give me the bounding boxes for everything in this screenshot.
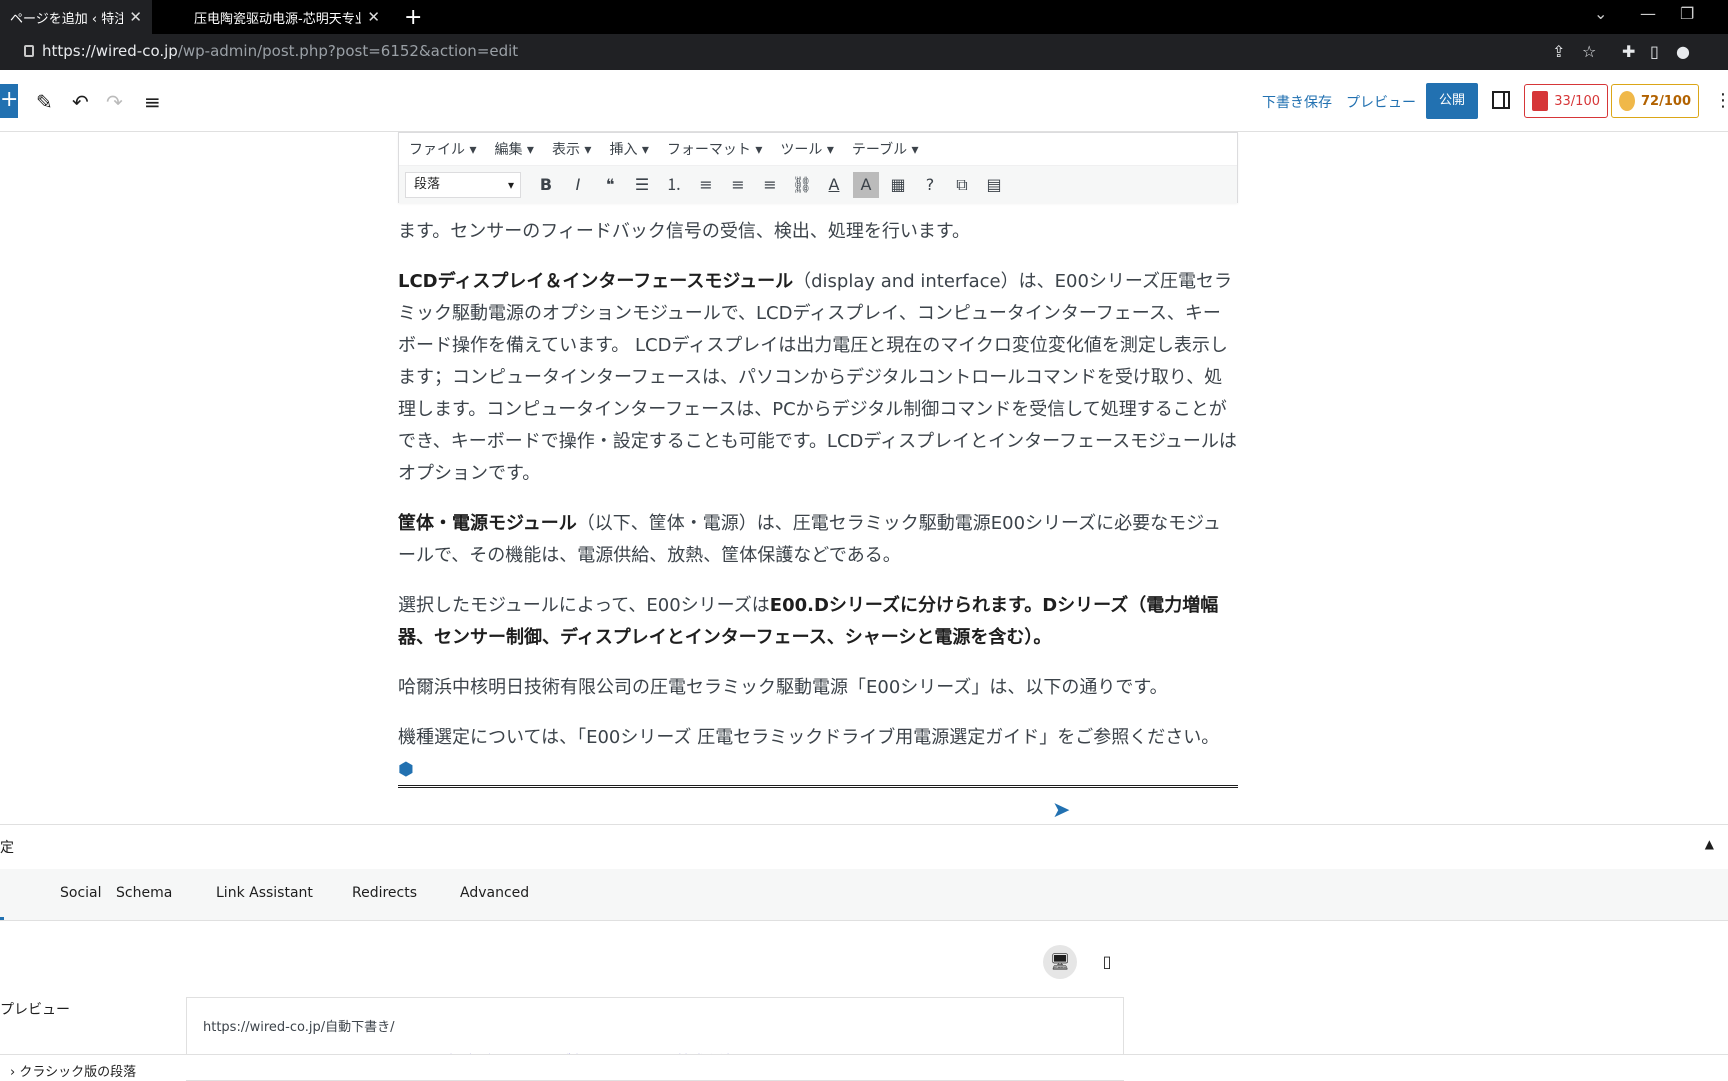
- menu-edit[interactable]: 編集 ▾: [494, 139, 533, 159]
- text: 選択したモジュールによって、E00シリーズは: [398, 595, 770, 616]
- profile-avatar[interactable]: ●: [1676, 42, 1690, 61]
- menu-format[interactable]: フォーマット ▾: [667, 139, 762, 159]
- favicon-icon: [170, 13, 178, 21]
- readability-score-button[interactable]: 72/100: [1611, 84, 1699, 118]
- list-view-icon[interactable]: ≡: [144, 90, 161, 114]
- preview-label: プレビュー: [0, 1002, 70, 1018]
- url-field[interactable]: https://wired-co.jp /wp-admin/post.php?p…: [24, 42, 518, 60]
- pencil-icon[interactable]: ✎: [36, 90, 53, 114]
- menu-view[interactable]: 表示 ▾: [552, 139, 591, 159]
- link-icon[interactable]: ⛓: [789, 172, 815, 198]
- tab-social[interactable]: Social: [60, 885, 102, 901]
- collapse-icon[interactable]: ▲: [1705, 837, 1714, 851]
- align-right-icon[interactable]: ≡: [757, 172, 783, 198]
- publish-button[interactable]: 公開: [1426, 83, 1478, 119]
- numbered-list-icon[interactable]: ⒈: [661, 172, 687, 198]
- address-bar[interactable]: https://wired-co.jp /wp-admin/post.php?p…: [0, 34, 1728, 70]
- extensions-icon[interactable]: ✚: [1622, 42, 1635, 61]
- align-left-icon[interactable]: ≡: [693, 172, 719, 198]
- tab-link-assistant[interactable]: Link Assistant: [216, 885, 313, 901]
- paragraph[interactable]: 選択したモジュールによって、E00シリーズはE00.Dシリーズに分けられます。D…: [398, 590, 1238, 654]
- url-path: /wp-admin/post.php?post=6152&action=edit: [177, 42, 519, 60]
- help-icon[interactable]: ?: [917, 172, 943, 198]
- star-icon[interactable]: ☆: [1582, 42, 1596, 61]
- editor-header: + ✎ ↶ ↷ ≡ 下書き保存 プレビュー 公開 33/100 72/100 ⋮: [0, 70, 1728, 132]
- menu-insert[interactable]: 挿入 ▾: [609, 139, 648, 159]
- readability-icon: [1619, 91, 1636, 111]
- tab-advanced[interactable]: Advanced: [460, 885, 529, 901]
- active-tab-indicator: [0, 917, 4, 920]
- menu-table[interactable]: テーブル ▾: [852, 139, 919, 159]
- align-center-icon[interactable]: ≡: [725, 172, 751, 198]
- bold-text: LCDディスプレイ＆インターフェースモジュール: [398, 271, 794, 292]
- menu-file[interactable]: ファイル ▾: [409, 139, 476, 159]
- text: （display and interface）は、E00シリーズ圧電セラミック駆…: [398, 271, 1237, 484]
- classic-editor-toolbar: ファイル ▾ 編集 ▾ 表示 ▾ 挿入 ▾ フォーマット ▾ ツール ▾ テーブ…: [398, 132, 1238, 203]
- readability-score: 72/100: [1641, 93, 1691, 109]
- breadcrumb-item[interactable]: クラシック版の段落: [19, 1065, 136, 1080]
- more-options-icon[interactable]: ⋮: [1714, 90, 1728, 111]
- kitchen-sink-icon[interactable]: ▤: [981, 172, 1007, 198]
- tab-inactive[interactable]: 压电陶瓷驱动电源-芯明天专业生... ✕: [160, 0, 390, 34]
- tab-schema[interactable]: Schema: [116, 885, 172, 901]
- tab-title: 压电陶瓷驱动电源-芯明天专业生...: [194, 11, 362, 27]
- save-draft-button[interactable]: 下書き保存: [1262, 92, 1332, 112]
- post-content[interactable]: ます。センサーのフィードバック信号の受信、検出、処理を行います。 LCDディスプ…: [398, 216, 1238, 804]
- seo-score: 33/100: [1554, 93, 1600, 109]
- separator: [398, 785, 1238, 788]
- seo-metabox: 定 ▲ Social Schema Link Assistant Redirec…: [0, 824, 1728, 1081]
- close-icon[interactable]: ✕: [129, 8, 142, 26]
- mouse-cursor-icon: ➤: [1052, 798, 1071, 823]
- classic-formatbar: 段落 B I ❝ ☰ ⒈ ≡ ≡ ≡ ⛓ A A ▦ ? ⧉ ▤: [399, 165, 1237, 203]
- snippet-url: https://wired-co.jp/自動下書き/: [203, 1020, 395, 1035]
- paragraph[interactable]: 筐体・電源モジュール（以下、筐体・電源）は、圧電セラミック駆動電源E00シリーズ…: [398, 508, 1238, 572]
- format-select[interactable]: 段落: [405, 171, 521, 198]
- paragraph[interactable]: LCDディスプレイ＆インターフェースモジュール（display and inte…: [398, 266, 1238, 490]
- italic-icon[interactable]: I: [565, 172, 591, 198]
- tab-search-icon[interactable]: ⌄: [1594, 4, 1607, 23]
- seo-icon: [1532, 91, 1549, 111]
- bold-text: 筐体・電源モジュール: [398, 513, 577, 534]
- table-icon[interactable]: ▦: [885, 172, 911, 198]
- lock-icon: [24, 45, 34, 57]
- desktop-icon[interactable]: 🖥: [1043, 945, 1077, 979]
- preview-button[interactable]: プレビュー: [1346, 92, 1416, 112]
- classic-menubar: ファイル ▾ 編集 ▾ 表示 ▾ 挿入 ▾ フォーマット ▾ ツール ▾ テーブ…: [399, 133, 1237, 165]
- metabox-title: 定: [0, 840, 14, 856]
- block-inserter-button[interactable]: +: [0, 84, 18, 118]
- blockquote-icon[interactable]: ❝: [597, 172, 623, 198]
- seo-score-button[interactable]: 33/100: [1524, 84, 1608, 118]
- block-handle-icon[interactable]: ⬢: [398, 759, 414, 780]
- mobile-icon[interactable]: ▯: [1090, 945, 1124, 979]
- image-edit-icon[interactable]: ⧉: [949, 172, 975, 198]
- browser-tabbar: ページを追加 ‹ 特注、カスタム... ✕ 压电陶瓷驱动电源-芯明天专业生...…: [0, 0, 1728, 34]
- restore-icon[interactable]: ❐: [1680, 4, 1694, 23]
- share-icon[interactable]: ⇪: [1552, 42, 1565, 61]
- paragraph[interactable]: 哈爾浜中核明日技術有限公司の圧電セラミック駆動電源「E00シリーズ」は、以下の通…: [398, 672, 1238, 704]
- tab-title: ページを追加 ‹ 特注、カスタム...: [10, 11, 124, 27]
- minimize-icon[interactable]: —: [1640, 4, 1656, 23]
- bold-text: 。: [1033, 627, 1052, 648]
- seo-tabs: Social Schema Link Assistant Redirects A…: [0, 869, 1728, 921]
- block-breadcrumb[interactable]: › クラシック版の段落: [0, 1054, 1728, 1080]
- settings-sidebar-icon[interactable]: [1492, 91, 1510, 109]
- redo-icon[interactable]: ↷: [106, 90, 123, 114]
- new-tab-button[interactable]: +: [404, 5, 422, 30]
- background-color-icon[interactable]: A: [853, 171, 879, 198]
- paragraph[interactable]: 機種選定については、「E00シリーズ 圧電セラミックドライブ用電源選定ガイド」を…: [398, 722, 1238, 786]
- sidepanel-icon[interactable]: ▯: [1650, 42, 1659, 61]
- metabox-header[interactable]: 定 ▲: [0, 825, 1728, 869]
- url-host: https://wired-co.jp: [42, 42, 178, 60]
- close-icon[interactable]: ✕: [367, 8, 380, 26]
- text-color-icon[interactable]: A: [821, 172, 847, 198]
- bold-icon[interactable]: B: [533, 172, 559, 198]
- menu-tools[interactable]: ツール ▾: [780, 139, 833, 159]
- tab-redirects[interactable]: Redirects: [352, 885, 417, 901]
- undo-icon[interactable]: ↶: [72, 90, 89, 114]
- paragraph[interactable]: ます。センサーのフィードバック信号の受信、検出、処理を行います。: [398, 216, 1238, 248]
- text: 機種選定については、「E00シリーズ 圧電セラミックドライブ用電源選定ガイド」を…: [398, 727, 1220, 748]
- chevron-right-icon: ›: [10, 1065, 16, 1080]
- tab-active[interactable]: ページを追加 ‹ 特注、カスタム... ✕: [0, 0, 152, 34]
- bullet-list-icon[interactable]: ☰: [629, 172, 655, 198]
